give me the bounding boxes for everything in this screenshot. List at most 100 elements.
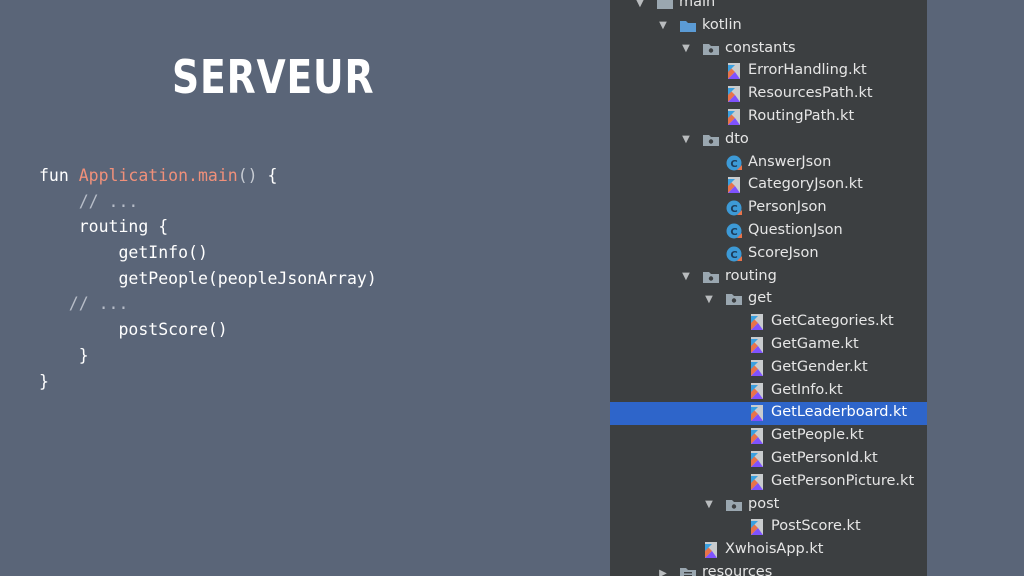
tree-item-label: PersonJson [748, 199, 827, 216]
tree-item-categoryjson-kt[interactable]: CategoryJson.kt [610, 174, 927, 197]
kotlin-file-icon [725, 62, 743, 80]
tree-item-routingpath-kt[interactable]: RoutingPath.kt [610, 106, 927, 129]
code-line: getPeople(peopleJsonArray) [39, 266, 376, 292]
tree-item-label: kotlin [702, 16, 742, 33]
tree-item-getinfo-kt[interactable]: GetInfo.kt [610, 380, 927, 403]
tree-item-getgender-kt[interactable]: GetGender.kt [610, 357, 927, 380]
tree-item-getpersonid-kt[interactable]: GetPersonId.kt [610, 448, 927, 471]
tree-item-getpeople-kt[interactable]: GetPeople.kt [610, 425, 927, 448]
code-line: // ... [39, 291, 377, 317]
code-line: // ... [39, 189, 377, 215]
code-token: // ... [39, 294, 129, 314]
tree-item-label: GetPersonPicture.kt [771, 472, 915, 489]
tree-item-label: PostScore.kt [771, 518, 861, 535]
svg-text:C: C [730, 250, 737, 261]
chevron-right-icon[interactable]: ▶ [657, 567, 669, 576]
code-token: Application.main [78, 166, 238, 185]
tree-item-label: GetGame.kt [771, 336, 859, 352]
code-token: routing { [39, 217, 169, 237]
chevron-down-icon[interactable]: ▼ [680, 271, 692, 283]
chevron-down-icon[interactable]: ▼ [680, 134, 692, 146]
blue-folder-icon [679, 17, 697, 35]
svg-text:C: C [730, 227, 737, 238]
kotlin-class-icon: C [725, 199, 743, 217]
tree-item-get[interactable]: ▼ get [610, 288, 927, 311]
tree-item-resourcespath-kt[interactable]: ResourcesPath.kt [610, 83, 927, 106]
tree-item-label: routing [725, 267, 777, 284]
project-tree-panel: ▼ main ▼ kotlin ▼ constants ErrorHandling.kt Re… [610, 0, 927, 576]
code-token: () [237, 166, 258, 185]
tree-item-label: GetPeople.kt [771, 427, 864, 444]
tree-item-post[interactable]: ▼ post [610, 494, 927, 517]
kotlin-class-icon: C [725, 222, 743, 240]
tree-item-constants[interactable]: ▼ constants [610, 38, 927, 61]
tree-item-kotlin[interactable]: ▼ kotlin [610, 15, 927, 38]
tree-item-label: GetPersonId.kt [771, 450, 878, 466]
tree-item-routing[interactable]: ▼ routing [610, 266, 927, 289]
folder-icon [656, 0, 674, 12]
tree-item-label: resources [702, 564, 773, 576]
kotlin-file-icon [748, 359, 766, 377]
tree-item-label: GetInfo.kt [771, 381, 843, 398]
code-token: fun [39, 166, 79, 185]
kotlin-file-icon [748, 427, 766, 445]
chevron-down-icon[interactable]: ▼ [657, 20, 669, 32]
code-token: postScore() [39, 320, 228, 340]
kotlin-file-icon [748, 404, 766, 422]
tree-item-label: XwhoisApp.kt [725, 541, 824, 558]
code-token: } [39, 371, 49, 391]
code-line: } [39, 343, 377, 369]
tree-item-label: AnswerJson [748, 153, 832, 170]
tree-item-label: GetLeaderboard.kt [771, 404, 908, 421]
kotlin-file-icon [725, 85, 743, 103]
kotlin-file-icon [748, 518, 766, 536]
tree-item-getcategories-kt[interactable]: GetCategories.kt [610, 311, 927, 334]
code-line: } [39, 369, 377, 395]
chevron-down-icon[interactable]: ▼ [703, 499, 715, 511]
tree-item-errorhandling-kt[interactable]: ErrorHandling.kt [610, 60, 927, 83]
svg-text:C: C [730, 159, 737, 170]
tree-item-label: ScoreJson [748, 244, 819, 261]
tree-item-label: main [679, 0, 716, 10]
package-icon [725, 290, 743, 308]
tree-item-getleaderboard-kt[interactable]: GetLeaderboard.kt [610, 402, 927, 426]
tree-item-dto[interactable]: ▼ dto [610, 129, 927, 152]
code-line: postScore() [39, 317, 377, 343]
package-icon [702, 131, 720, 149]
tree-item-postscore-kt[interactable]: PostScore.kt [610, 516, 927, 539]
chevron-down-icon[interactable]: ▼ [634, 0, 646, 9]
code-line: getInfo() [39, 240, 377, 266]
svg-text:C: C [730, 204, 737, 215]
tree-item-label: QuestionJson [748, 222, 843, 238]
tree-item-label: GetGender.kt [771, 358, 868, 375]
tree-item-label: dto [725, 130, 749, 147]
resources-folder-icon [679, 564, 697, 576]
tree-item-label: constants [725, 39, 796, 56]
tree-item-resources[interactable]: ▶ resources [610, 562, 927, 576]
tree-item-scorejson[interactable]: C ScoreJson [610, 243, 927, 266]
chevron-down-icon[interactable]: ▼ [680, 43, 692, 55]
kotlin-file-icon [725, 176, 743, 194]
code-line: fun Application.main() { [39, 163, 377, 189]
tree-item-questionjson[interactable]: C QuestionJson [610, 220, 927, 243]
tree-item-answerjson[interactable]: C AnswerJson [610, 152, 927, 175]
kotlin-file-icon [725, 108, 743, 126]
tree-item-label: get [748, 290, 772, 307]
kotlin-class-icon: C [725, 154, 743, 172]
tree-item-getpersonpicture-kt[interactable]: GetPersonPicture.kt [610, 471, 927, 494]
tree-item-label: CategoryJson.kt [748, 176, 863, 193]
kotlin-file-icon [748, 313, 766, 331]
chevron-down-icon[interactable]: ▼ [703, 293, 715, 305]
code-token: } [39, 345, 89, 365]
tree-item-xwhoisapp-kt[interactable]: XwhoisApp.kt [610, 539, 927, 562]
tree-item-main[interactable]: ▼ main [610, 0, 927, 15]
package-icon [702, 268, 720, 286]
tree-item-personjson[interactable]: C PersonJson [610, 197, 927, 220]
tree-item-label: ResourcesPath.kt [748, 85, 873, 102]
kotlin-file-icon [748, 336, 766, 354]
package-icon [702, 40, 720, 58]
tree-item-label: RoutingPath.kt [748, 108, 855, 124]
kotlin-class-icon: C [725, 245, 743, 263]
tree-item-getgame-kt[interactable]: GetGame.kt [610, 334, 927, 357]
code-block: fun Application.main() { // ... routing … [39, 163, 377, 394]
